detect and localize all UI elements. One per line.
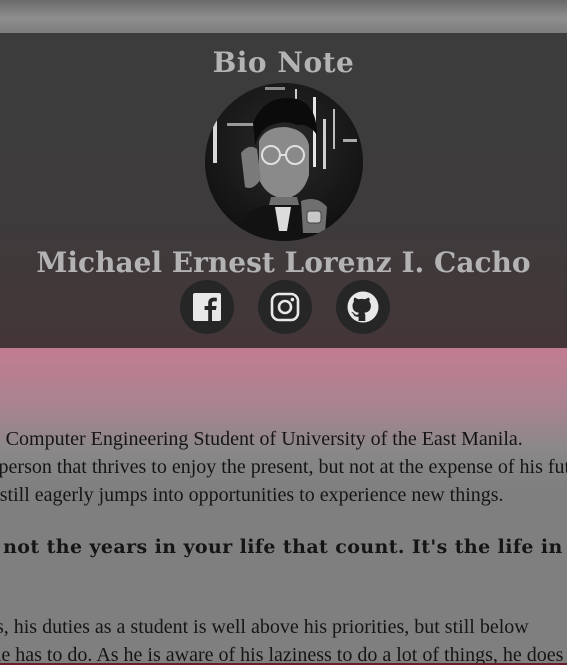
- top-bar: [0, 0, 567, 33]
- bio-line: is a BS Computer Engineering Student of …: [0, 428, 523, 450]
- page: Bio Note Michael Ernest Lorenz I. Cacho …: [0, 0, 567, 665]
- page-title: Bio Note: [212, 46, 355, 79]
- facebook-icon: [193, 293, 221, 321]
- bio-quote: "It's not the years in your life that co…: [0, 536, 567, 558]
- bio-line: Nonetheless, his duties as a student is …: [0, 616, 529, 638]
- instagram-icon: [270, 292, 300, 322]
- avatar: [205, 83, 363, 241]
- bio-paragraph-1: is a BS Computer Engineering Student of …: [0, 425, 567, 509]
- bio-paragraph-2: Nonetheless, his duties as a student is …: [0, 613, 563, 665]
- github-link[interactable]: [336, 280, 390, 334]
- avatar-photo: [205, 83, 363, 241]
- person-name: Michael Ernest Lorenz I. Cacho: [36, 246, 531, 279]
- bio-line: He is a person that thrives to enjoy the…: [0, 456, 567, 478]
- bio-content: is a BS Computer Engineering Student of …: [0, 348, 567, 665]
- github-icon: [347, 291, 379, 323]
- facebook-link[interactable]: [180, 280, 234, 334]
- bio-line: the things he has to do. As he is aware …: [0, 644, 564, 665]
- bio-line: As such, he still eagerly jumps into opp…: [0, 484, 504, 506]
- bio-header: Bio Note Michael Ernest Lorenz I. Cacho: [0, 33, 567, 348]
- instagram-link[interactable]: [258, 280, 312, 334]
